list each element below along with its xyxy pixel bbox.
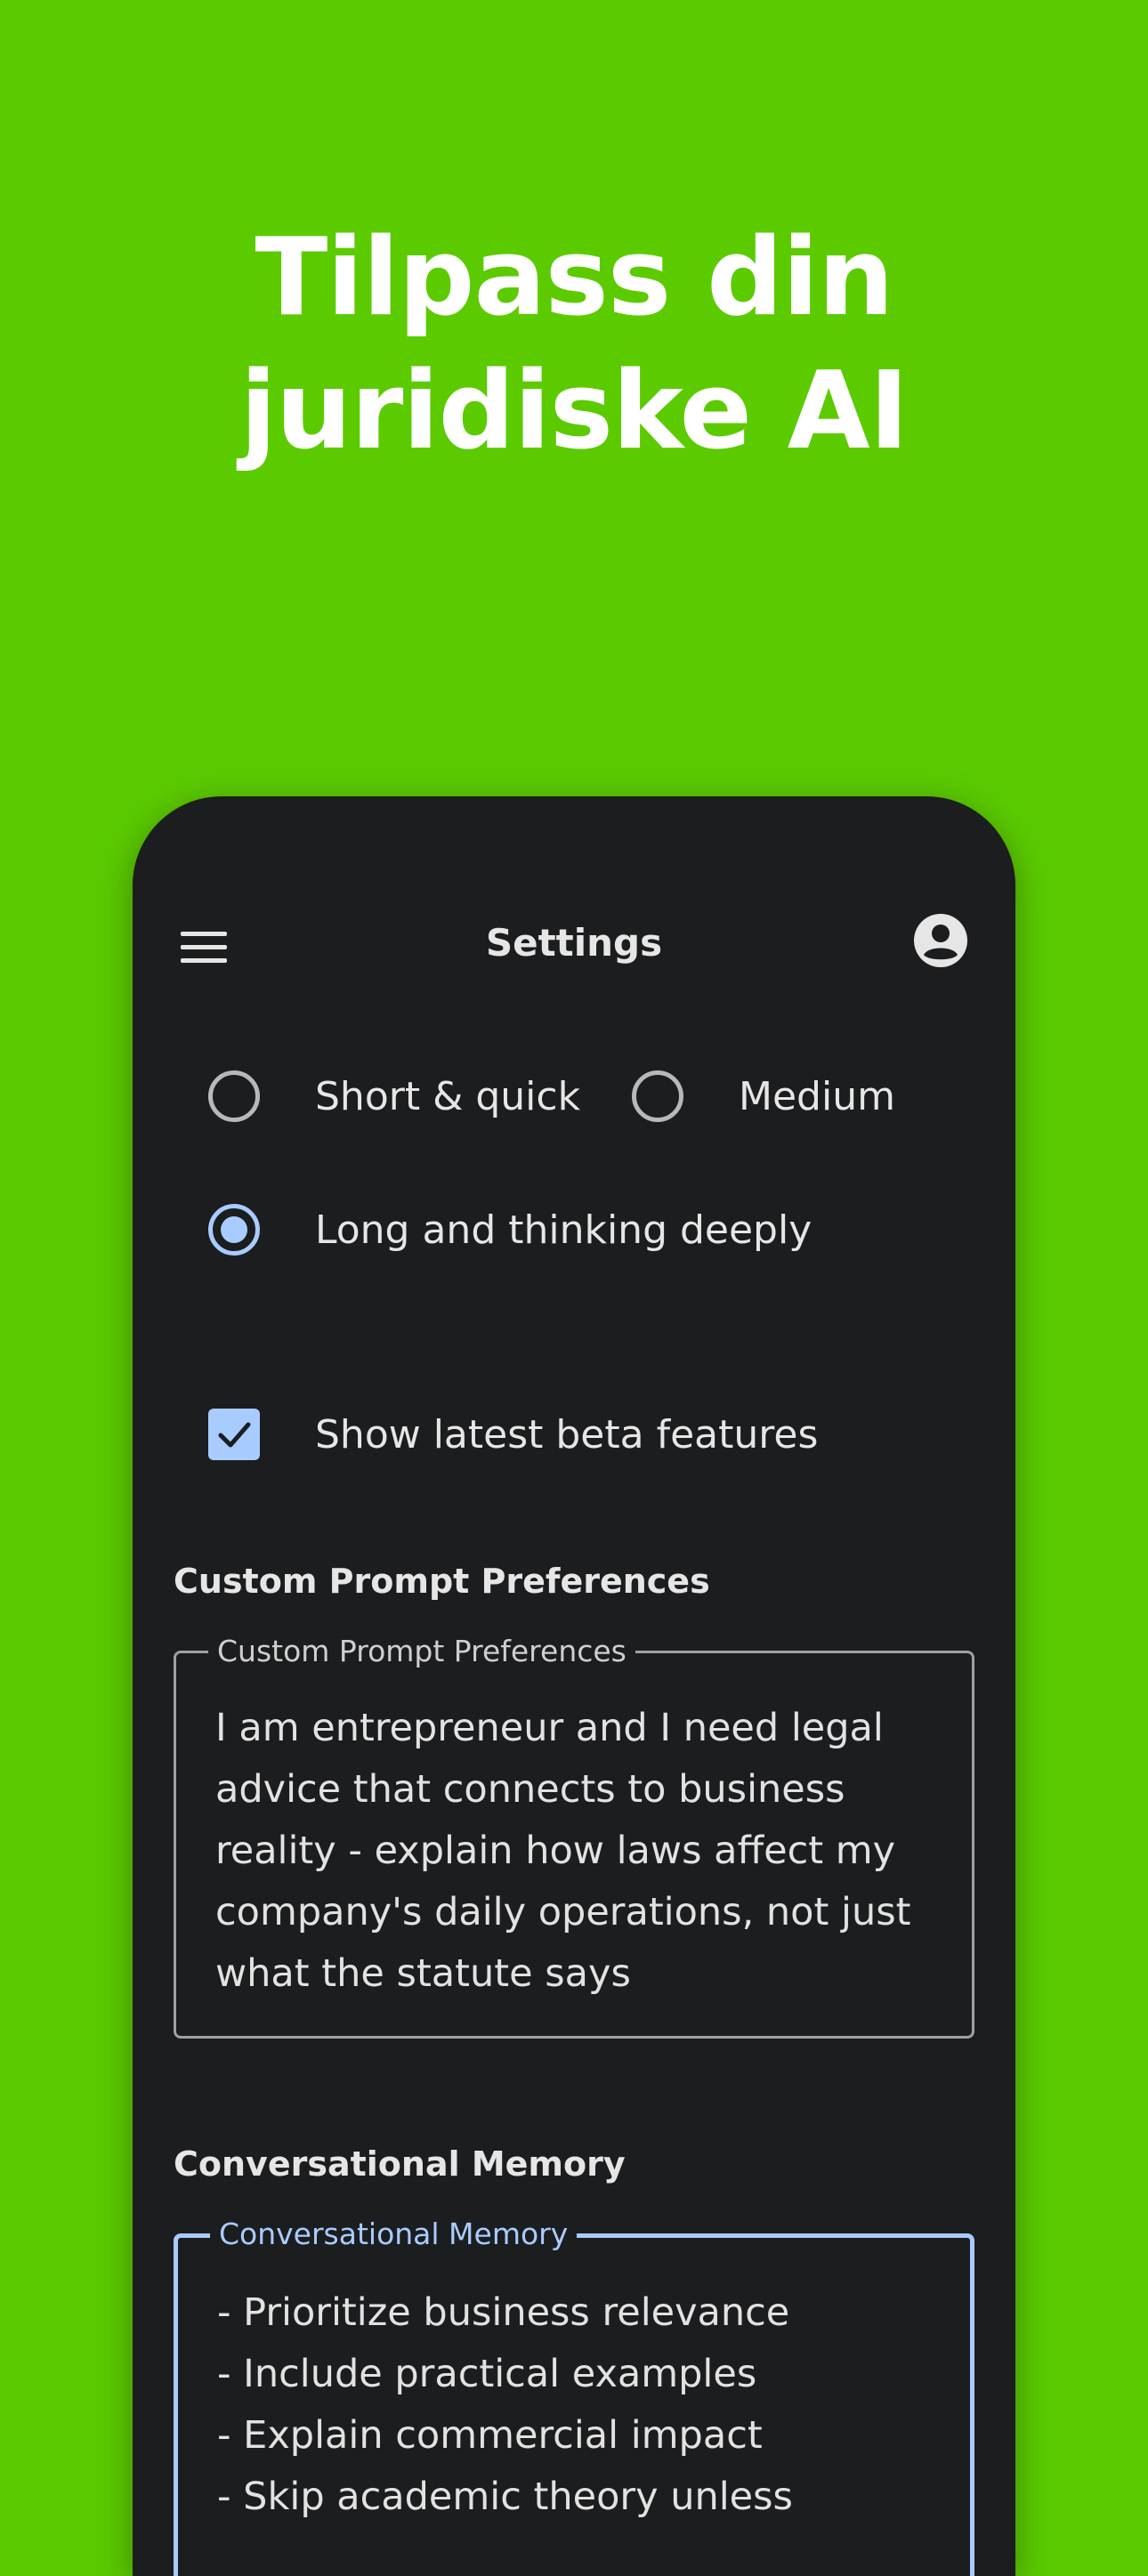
radio-label-long: Long and thinking deeply	[315, 1207, 812, 1253]
custom-prompt-line: I am entrepreneur and I need legal	[215, 1706, 884, 1750]
account-circle-icon[interactable]	[912, 912, 969, 969]
memory-heading: Conversational Memory	[174, 2144, 626, 2184]
radio-option-medium[interactable]: Medium	[632, 1070, 895, 1122]
radio-button-short[interactable]	[208, 1070, 260, 1122]
memory-line: - Explain commercial impact	[217, 2413, 763, 2458]
custom-prompt-heading: Custom Prompt Preferences	[174, 1562, 710, 1601]
beta-features-toggle[interactable]: Show latest beta features	[208, 1409, 818, 1460]
beta-label: Show latest beta features	[315, 1411, 819, 1458]
custom-prompt-line: reality - explain how laws affect my	[215, 1829, 896, 1873]
promo-title-line-2: juridiske AI	[239, 350, 910, 473]
radio-label-medium: Medium	[739, 1073, 895, 1119]
custom-prompt-line: advice that connects to business	[215, 1767, 845, 1812]
memory-field-label: Conversational Memory	[210, 2217, 578, 2252]
memory-line: - Prioritize business relevance	[217, 2290, 790, 2335]
promo-title-line-1: Tilpass din	[255, 216, 893, 340]
radio-button-long[interactable]	[208, 1204, 260, 1256]
memory-line: - Skip academic theory unless	[217, 2475, 793, 2519]
check-icon	[218, 1422, 251, 1448]
radio-label-short: Short & quick	[315, 1073, 581, 1119]
promo-title: Tilpass din juridiske AI	[0, 212, 1148, 479]
custom-prompt-line: what the statute says	[215, 1951, 631, 1996]
radio-button-medium[interactable]	[632, 1070, 683, 1122]
memory-field[interactable]: Conversational Memory - Prioritize busin…	[174, 2217, 974, 2576]
memory-line: - Include practical examples	[217, 2352, 757, 2396]
radio-option-short[interactable]: Short & quick	[208, 1070, 580, 1122]
app-bar: Settings	[133, 796, 1015, 1081]
custom-prompt-field[interactable]: Custom Prompt Preferences I am entrepren…	[174, 1634, 974, 2039]
phone-frame: Settings Short & quick Medium Long and t…	[133, 796, 1015, 2576]
beta-checkbox[interactable]	[208, 1409, 260, 1460]
radio-option-long[interactable]: Long and thinking deeply	[208, 1204, 812, 1256]
page-title: Settings	[485, 921, 663, 965]
custom-prompt-field-label: Custom Prompt Preferences	[208, 1634, 635, 1669]
custom-prompt-line: company's daily operations, not just	[215, 1890, 911, 1934]
